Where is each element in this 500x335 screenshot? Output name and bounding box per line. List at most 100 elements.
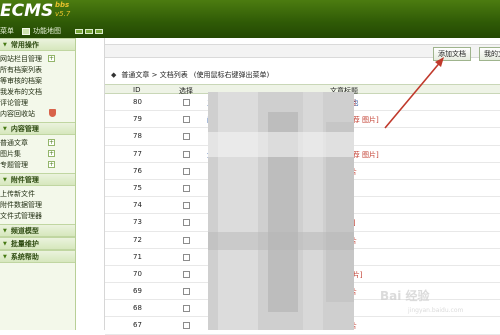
sidebar-item-label: 所有档案列表 <box>0 65 42 74</box>
layout-button-2[interactable] <box>85 28 93 34</box>
layout-button-3[interactable] <box>95 28 103 34</box>
row-id: 74 <box>133 201 142 210</box>
sidebar-section-title: 内容管理 <box>10 124 39 133</box>
layout-switcher <box>75 28 103 34</box>
row-id: 71 <box>133 252 142 261</box>
collapse-icon: ▼ <box>3 240 7 247</box>
sidebar-item-label: 我发布的文档 <box>0 87 42 96</box>
row-id: 75 <box>133 183 142 192</box>
sidebar-item[interactable]: 我发布的文档 <box>0 86 75 97</box>
sidebar-item-label: 评论管理 <box>0 98 28 107</box>
collapse-icon: ▼ <box>3 176 7 183</box>
row-checkbox[interactable] <box>183 322 190 330</box>
row-id: 78 <box>133 132 142 141</box>
sidebar-section-list: 网站栏目管理 + 所有档案列表 等审核的档案 我发布的文档 评论管理内容回收站 <box>0 51 75 122</box>
add-icon[interactable]: + <box>48 139 55 146</box>
row-checkbox[interactable] <box>183 253 190 261</box>
sidebar-item[interactable]: 文件式管理器 <box>0 210 75 221</box>
sidebar: ▼ 常用操作网站栏目管理 + 所有档案列表 等审核的档案 我发布的文档 评论管理内容回收站 ▼… <box>0 38 76 330</box>
row-checkbox[interactable] <box>183 236 190 244</box>
sidebar-section-list: 上传新文件附件数据管理 文件式管理器 <box>0 186 75 224</box>
sidebar-item-label: 图片集 <box>0 149 21 158</box>
sidebar-item[interactable]: 上传新文件 <box>0 188 75 199</box>
sidebar-section-title: 附件管理 <box>10 175 39 184</box>
add-icon[interactable]: + <box>48 161 55 168</box>
collapse-icon: ▼ <box>3 41 7 48</box>
menu-tab-main[interactable]: 菜单 <box>0 26 14 36</box>
sidebar-section-header[interactable]: ▼ 系统帮助 <box>0 250 75 263</box>
sidebar-item[interactable]: 专题管理 + <box>0 159 75 170</box>
annotation-arrow <box>384 57 444 129</box>
row-id: 79 <box>133 115 142 124</box>
sidebar-section-list: 普通文章 + 图片集 + 专题管理 + <box>0 135 75 173</box>
row-checkbox[interactable] <box>183 219 190 227</box>
watermark-sub: jingyan.baidu.com <box>408 307 464 314</box>
collapse-icon: ▼ <box>3 253 7 260</box>
row-id: 72 <box>133 235 142 244</box>
row-id: 76 <box>133 166 142 175</box>
row-id: 68 <box>133 304 142 313</box>
sidebar-item-label: 普通文章 <box>0 138 28 147</box>
my-documents-button[interactable]: 我的文 <box>479 47 500 61</box>
shield-icon <box>49 109 56 117</box>
row-id: 73 <box>133 218 142 227</box>
row-id: 70 <box>133 269 142 278</box>
sidebar-item-label: 附件数据管理 <box>0 200 42 209</box>
sidebar-item-label: 网站栏目管理 <box>0 54 42 63</box>
row-checkbox[interactable] <box>183 167 190 175</box>
menu-tab-label: 功能地图 <box>33 27 61 35</box>
sidebar-section-header[interactable]: ▼ 频道模型 <box>0 224 75 237</box>
top-header: ECMS bbs v5.7 菜单 功能地图 <box>0 0 500 38</box>
row-checkbox[interactable] <box>183 184 190 192</box>
row-checkbox[interactable] <box>183 150 190 158</box>
row-checkbox[interactable] <box>183 202 190 210</box>
sidebar-section-header[interactable]: ▼ 常用操作 <box>0 38 75 51</box>
sidebar-item[interactable]: 所有档案列表 <box>0 64 75 75</box>
map-icon <box>22 27 30 35</box>
row-id: 67 <box>133 321 142 330</box>
watermark-main: Bai 经验 <box>380 289 430 303</box>
diamond-icon: ◆ <box>111 71 117 79</box>
menu-tab-function-map[interactable]: 功能地图 <box>22 26 61 36</box>
sidebar-item[interactable]: 图片集 + <box>0 148 75 159</box>
row-checkbox[interactable] <box>183 116 190 124</box>
breadcrumb-hint: (使用鼠标右键弹出菜单) <box>193 71 270 79</box>
add-icon[interactable]: + <box>48 150 55 157</box>
column-header-id: ID <box>133 86 141 94</box>
sidebar-section-header[interactable]: ▼ 批量维护 <box>0 237 75 250</box>
row-checkbox[interactable] <box>183 270 190 278</box>
menu-tab-label: 菜单 <box>0 27 14 35</box>
app-version: v5.7 <box>55 10 71 18</box>
row-checkbox[interactable] <box>183 99 190 106</box>
sidebar-item[interactable]: 附件数据管理 <box>0 199 75 210</box>
sidebar-item-label: 文件式管理器 <box>0 211 42 220</box>
top-menu-bar: 菜单 功能地图 <box>0 24 103 38</box>
sidebar-section-title: 批量维护 <box>10 239 39 248</box>
add-icon[interactable]: + <box>48 55 55 62</box>
row-id: 69 <box>133 287 142 296</box>
collapse-icon: ▼ <box>3 125 7 132</box>
sidebar-section-header[interactable]: ▼ 内容管理 <box>0 122 75 135</box>
sidebar-item-label: 等审核的档案 <box>0 76 42 85</box>
sidebar-item-label: 内容回收站 <box>0 109 35 118</box>
logo-badge: bbs <box>55 1 70 9</box>
sidebar-item-label: 专题管理 <box>0 160 28 169</box>
row-checkbox[interactable] <box>183 288 190 296</box>
row-id: 77 <box>133 149 142 158</box>
sidebar-item-label: 上传新文件 <box>0 189 35 198</box>
sidebar-item[interactable]: 内容回收站 <box>0 108 75 119</box>
sidebar-item[interactable]: 普通文章 + <box>0 137 75 148</box>
sidebar-item[interactable]: 网站栏目管理 + <box>0 53 75 64</box>
blurred-region <box>208 92 354 330</box>
app-logo: ECMS <box>0 1 54 21</box>
sidebar-item[interactable]: 等审核的档案 <box>0 75 75 86</box>
breadcrumb-path: 普通文章 > 文档列表 <box>121 71 188 79</box>
collapse-icon: ▼ <box>3 227 7 234</box>
row-checkbox[interactable] <box>183 305 190 313</box>
row-checkbox[interactable] <box>183 133 190 141</box>
sidebar-item[interactable]: 评论管理 <box>0 97 75 108</box>
sidebar-section-title: 系统帮助 <box>10 252 39 261</box>
sidebar-section-header[interactable]: ▼ 附件管理 <box>0 173 75 186</box>
baidu-watermark: Bai 经验 jingyan.baidu.com <box>380 287 498 319</box>
layout-button-1[interactable] <box>75 28 83 34</box>
